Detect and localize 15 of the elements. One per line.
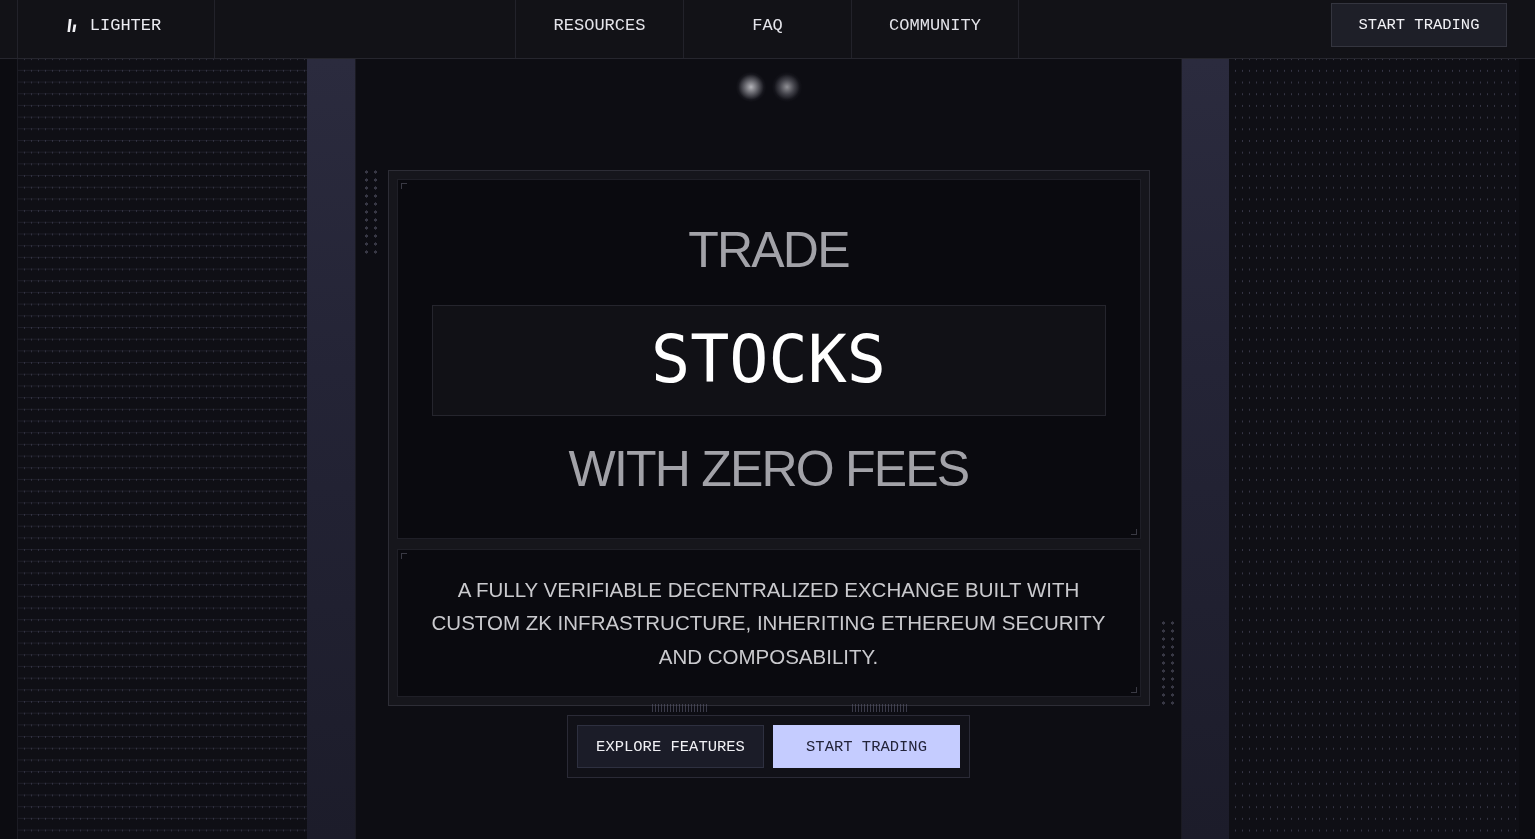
hatch-mark-icon <box>652 704 707 712</box>
highlight-word: STOCKS <box>651 321 886 399</box>
nav-link[interactable]: FAQ <box>683 0 851 58</box>
start-trading-button[interactable]: START TRADING <box>1331 3 1507 47</box>
headline-text: TRADE <box>688 220 849 280</box>
blurred-circle-icon <box>735 72 766 102</box>
blurred-circle-icon <box>771 72 802 102</box>
hatch-mark-icon <box>852 704 907 712</box>
start-trading-button[interactable]: START TRADING <box>773 725 960 768</box>
logo-link[interactable]: LIGHTER <box>17 0 215 58</box>
description-text: A FULLY VERIFIABLE DECENTRALIZED EXCHANGE BUILT WITH CUSTOM ZK INFRASTRUCTURE, INHERITING ETHEREUM SECURITY AND COMPOSABILITY. <box>430 576 1107 670</box>
headline-text: WITH ZERO FEES <box>568 439 969 499</box>
nav-link[interactable]: COMMUNITY <box>851 0 1019 58</box>
nav-link[interactable]: RESOURCES <box>515 0 683 58</box>
explore-features-button[interactable]: EXPLORE FEATURES <box>577 725 764 768</box>
